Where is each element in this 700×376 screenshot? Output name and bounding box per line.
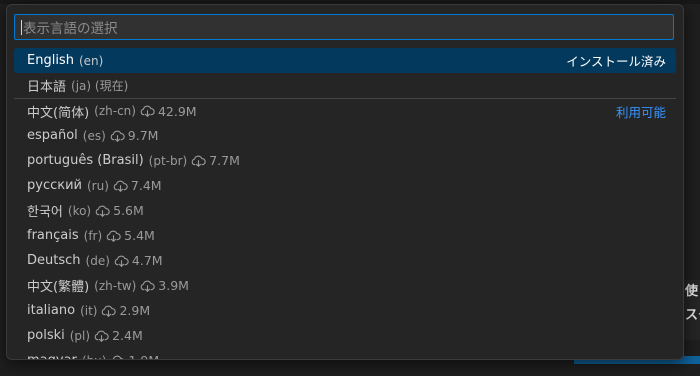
cloud-download-icon (95, 205, 113, 217)
download-size: 7.7M (191, 153, 240, 168)
language-item[interactable]: polski (pl) 2.4M (14, 323, 676, 348)
language-code: (en) (78, 53, 104, 68)
language-item[interactable]: português (Brasil) (pt-br) 7.7M (14, 148, 676, 173)
cloud-download-icon (113, 180, 131, 192)
cloud-download-icon (140, 280, 158, 292)
size-label: 3.9M (158, 278, 189, 293)
language-item[interactable]: 한국어 (ko) 5.6M (14, 198, 676, 223)
language-item[interactable]: 中文(简体) (zh-cn) 42.9M 利用可能 (14, 98, 676, 123)
language-name: 한국어 (27, 205, 63, 220)
size-label: 4.7M (131, 253, 163, 268)
cloud-download-icon (110, 130, 128, 142)
size-label: 2.4M (112, 328, 143, 343)
cloud-download-icon (140, 105, 158, 117)
cloud-download-icon (110, 355, 128, 359)
download-size: 1.9M (110, 353, 159, 359)
language-code: (ru) (87, 178, 109, 193)
language-code: (de) (85, 253, 110, 268)
language-item[interactable]: magyar (hu) 1.9M (14, 348, 676, 359)
language-code: (zh-cn) (94, 104, 136, 118)
language-code: (pl) (69, 328, 91, 343)
language-name: español (27, 128, 78, 143)
language-item[interactable]: italiano (it) 2.9M (14, 298, 676, 323)
language-name: italiano (27, 303, 76, 318)
cloud-download-icon (101, 305, 119, 317)
cloud-download-icon (106, 230, 124, 242)
download-size: 7.4M (113, 178, 162, 193)
cloud-download-icon (94, 330, 112, 342)
available-label: 利用可能 (615, 104, 666, 120)
language-code: (pt-br) (148, 153, 188, 168)
download-size: 42.9M (140, 104, 197, 119)
installed-label: インストール済み (566, 54, 666, 69)
download-size: 5.6M (95, 203, 144, 218)
language-search-input[interactable]: 表示言語の選択 (14, 14, 674, 40)
search-placeholder: 表示言語の選択 (23, 21, 118, 37)
download-size: 9.7M (110, 128, 159, 143)
language-name: polski (27, 328, 65, 343)
size-label: 5.6M (113, 203, 144, 218)
text-caret (21, 19, 22, 35)
language-code: (hu) (82, 354, 107, 360)
language-code: (it) (80, 303, 98, 318)
language-name: português (Brasil) (27, 153, 144, 168)
language-item[interactable]: English (en) インストール済み (14, 48, 676, 73)
language-code: (zh-tw) (94, 278, 137, 293)
size-label: 7.7M (209, 153, 240, 168)
language-name: français (27, 228, 79, 243)
language-code: (ko) (67, 203, 92, 218)
language-name: 中文(繁體) (27, 280, 90, 295)
size-label: 1.9M (128, 353, 159, 359)
language-name: 日本語 (27, 80, 67, 95)
language-item[interactable]: 中文(繁體) (zh-tw) 3.9M (14, 273, 676, 298)
language-item[interactable]: español (es) 9.7M (14, 123, 676, 148)
language-name: 中文(简体) (27, 105, 90, 121)
size-label: 5.4M (124, 228, 155, 243)
language-name: magyar (27, 353, 77, 359)
cloud-download-icon (191, 155, 209, 167)
language-name: English (27, 53, 74, 68)
download-size: 3.9M (140, 278, 189, 293)
size-label: 2.9M (119, 303, 151, 318)
language-item[interactable]: 日本語 (ja) (現在) (14, 73, 676, 98)
language-item[interactable]: русский (ru) 7.4M (14, 173, 676, 198)
cloud-download-icon (114, 255, 132, 267)
language-list[interactable]: English (en) インストール済み日本語 (ja) (現在) 中文(简体) (zh… (14, 48, 676, 359)
language-code: (ja) (現在) (71, 79, 129, 93)
language-item[interactable]: français (fr) 5.4M (14, 223, 676, 248)
download-size: 4.7M (114, 253, 163, 268)
size-label: 42.9M (157, 103, 197, 119)
download-size: 2.4M (94, 328, 143, 343)
language-code: (fr) (83, 228, 103, 243)
language-item[interactable]: Deutsch (de) 4.7M (14, 248, 676, 273)
language-code: (es) (82, 128, 106, 143)
language-name: Deutsch (27, 253, 81, 268)
size-label: 7.4M (130, 178, 162, 193)
download-size: 2.9M (101, 303, 150, 318)
download-size: 5.4M (106, 228, 155, 243)
size-label: 9.7M (127, 128, 159, 143)
language-name: русский (27, 178, 82, 193)
language-quick-pick: 表示言語の選択 English (en) インストール済み日本語 (ja) (現在) 中… (6, 4, 684, 360)
